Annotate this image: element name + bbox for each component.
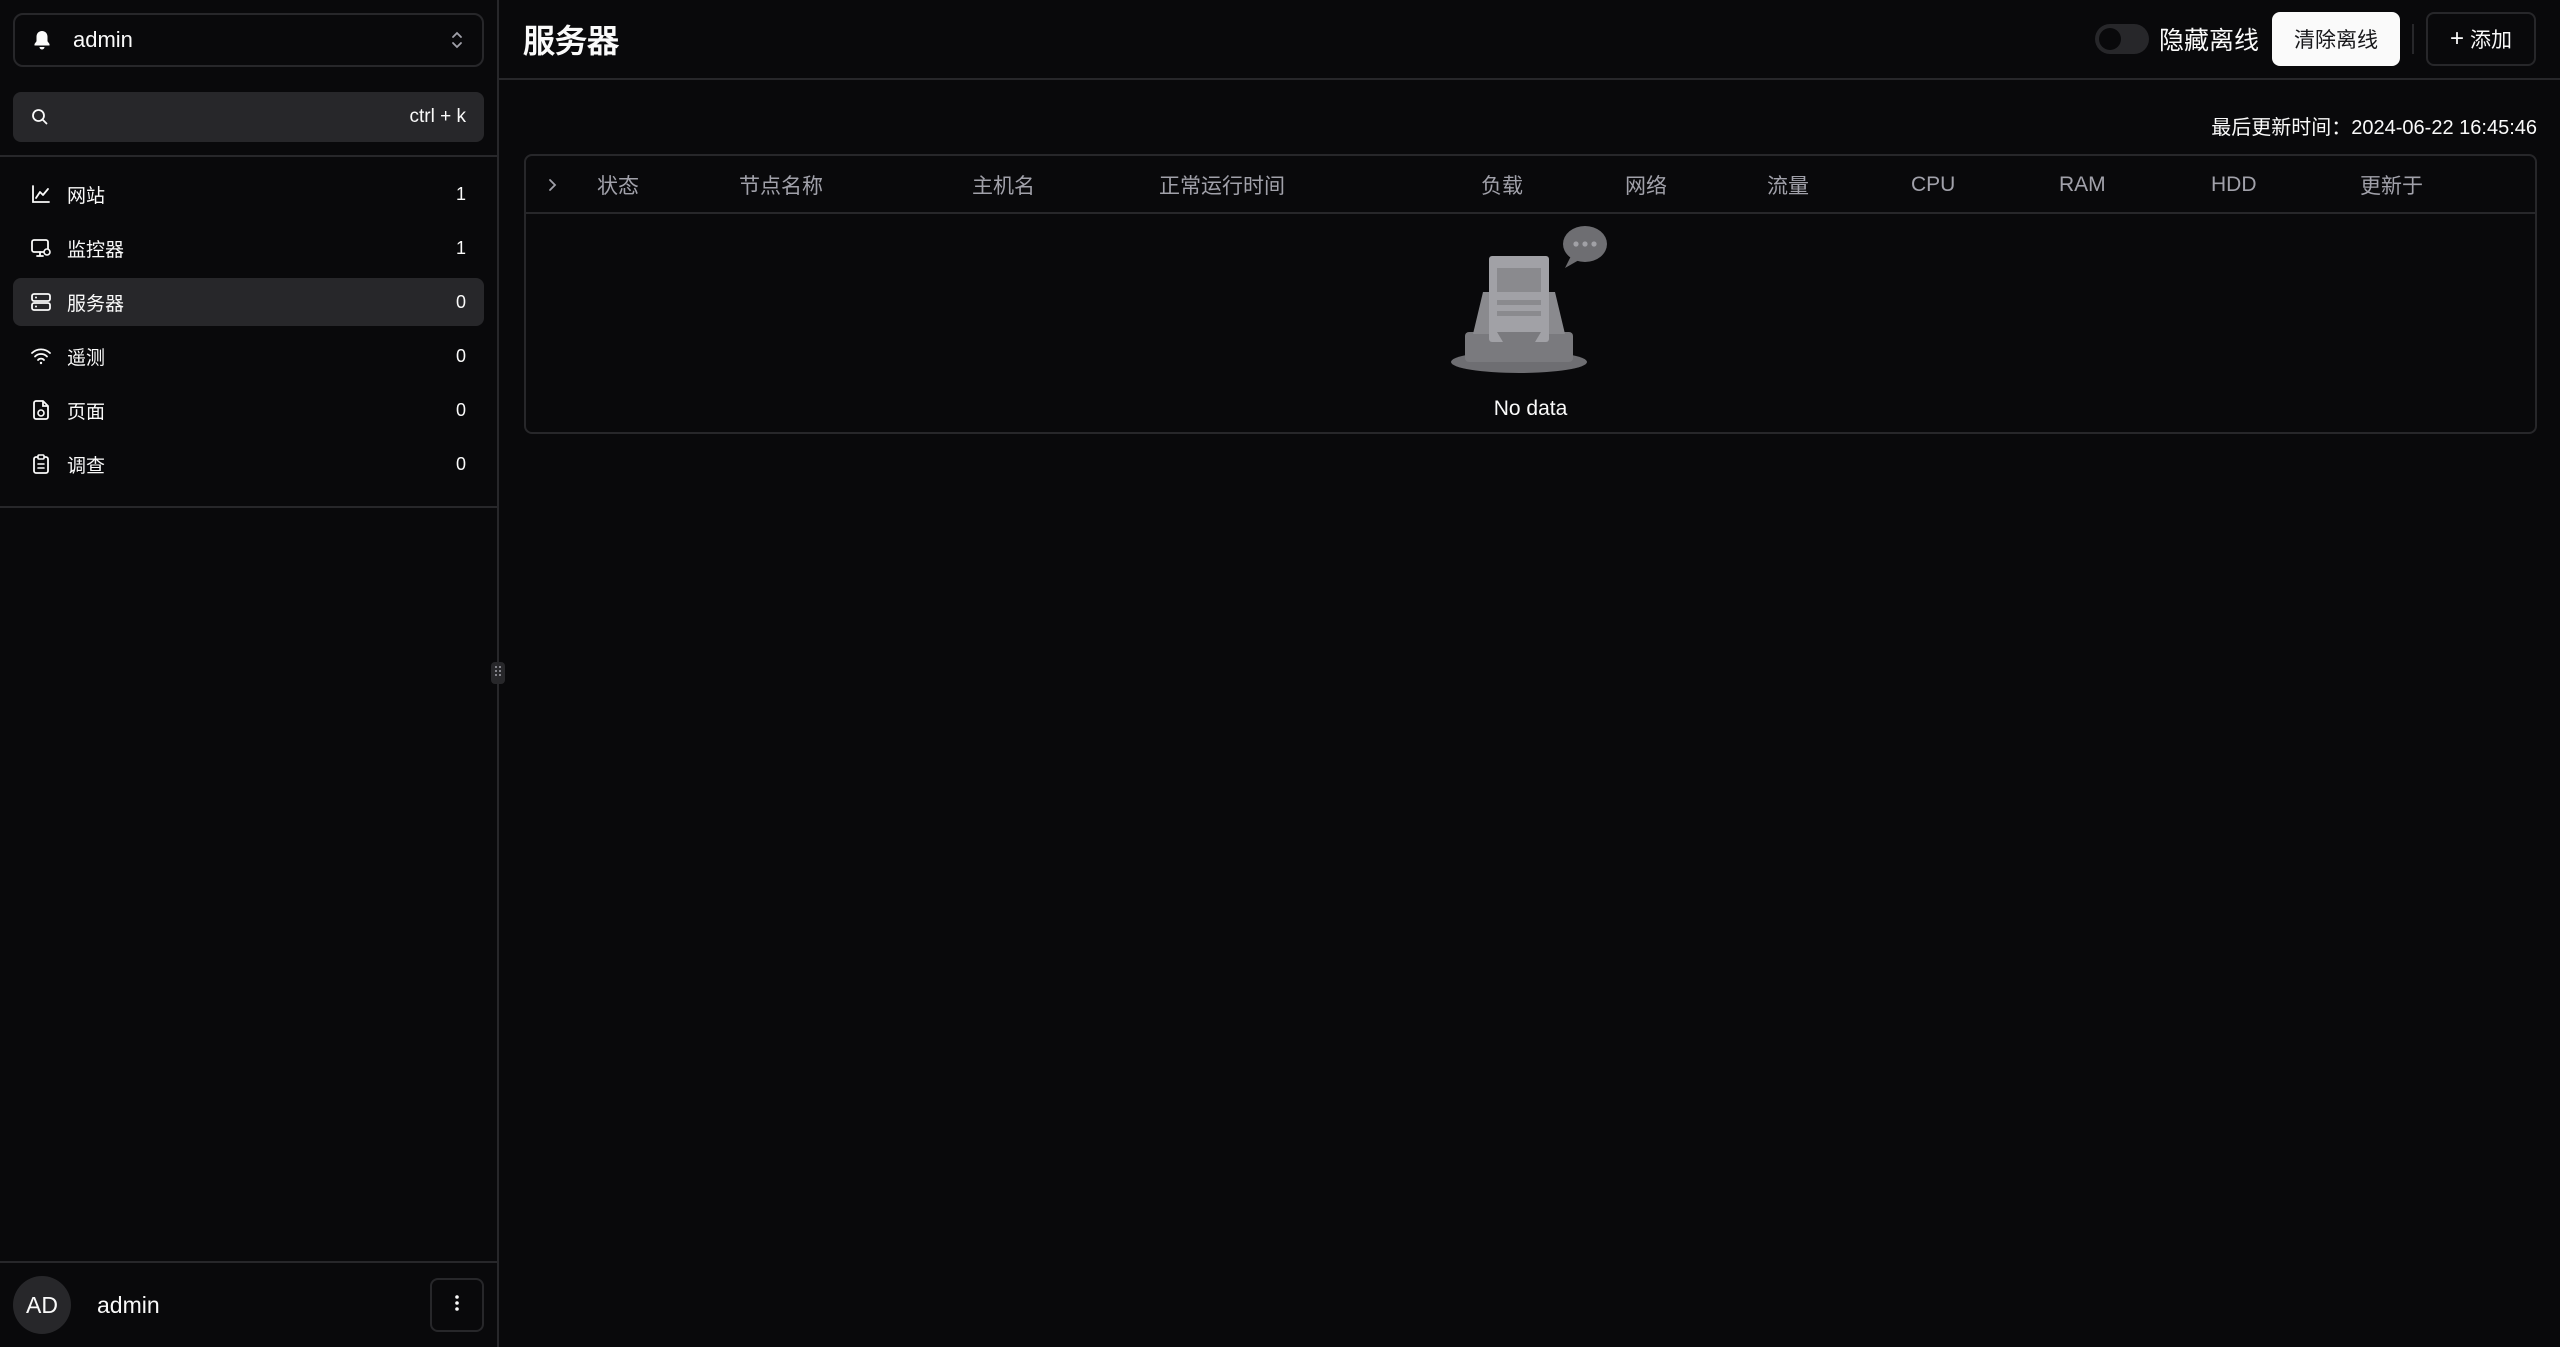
- wifi-icon: [29, 344, 53, 368]
- sidebar-item-surveys[interactable]: 调查 0: [13, 440, 484, 488]
- avatar[interactable]: AD: [13, 1276, 71, 1334]
- sidebar-item-telemetry[interactable]: 遥测 0: [13, 332, 484, 380]
- sidebar-item-count: 0: [455, 399, 466, 420]
- sidebar-item-pages[interactable]: 页面 0: [13, 386, 484, 434]
- main-panel: 服务器 隐藏离线 清除离线 + 添加 最后更新时间：2024-06-22 16:…: [499, 0, 2560, 1347]
- sidebar-nav: 网站 1 监控器 1 服务器 0 遥测 0 页面 0 调查 0: [0, 157, 497, 494]
- plus-icon: +: [2449, 25, 2464, 52]
- hide-offline-switch[interactable]: [2094, 24, 2149, 54]
- hide-offline-toggle-group: 隐藏离线: [2094, 21, 2259, 57]
- column-header-node-name[interactable]: 节点名称: [739, 156, 823, 214]
- sidebar-item-label: 遥测: [67, 347, 106, 369]
- sidebar-item-websites[interactable]: 网站 1: [13, 170, 484, 218]
- search-shortcut-hint: ctrl + k: [409, 106, 466, 127]
- column-header-status[interactable]: 状态: [597, 156, 639, 214]
- chart-icon: [29, 182, 53, 206]
- column-header-ram[interactable]: RAM: [2059, 156, 2106, 214]
- empty-state-text: No data: [1493, 397, 1568, 420]
- file-icon: [29, 398, 53, 422]
- bell-icon: [33, 30, 59, 50]
- search-input[interactable]: ctrl + k: [13, 92, 484, 142]
- sidebar-item-count: 0: [455, 345, 466, 366]
- sidebar-item-label: 页面: [67, 401, 106, 423]
- page-title: 服务器: [523, 23, 620, 59]
- chevrons-up-down-icon: [450, 30, 464, 50]
- sidebar-item-count: 0: [455, 291, 466, 312]
- sidebar-item-label: 网站: [67, 185, 106, 207]
- table-header: 状态 节点名称 主机名 正常运行时间 负载 网络 流量 CPU RAM HDD …: [526, 156, 2535, 214]
- expand-all-chevron-icon[interactable]: [546, 156, 558, 214]
- search-icon: [31, 108, 53, 126]
- column-header-hostname[interactable]: 主机名: [972, 156, 1035, 214]
- user-name: admin: [97, 1291, 160, 1318]
- monitor-icon: [29, 236, 53, 260]
- last-update-time: 最后更新时间：2024-06-22 16:45:46: [2211, 116, 2537, 139]
- column-header-traffic[interactable]: 流量: [1767, 156, 1809, 214]
- sidebar-item-servers[interactable]: 服务器 0: [13, 278, 484, 326]
- column-header-network[interactable]: 网络: [1625, 156, 1667, 214]
- switch-knob: [2098, 28, 2121, 50]
- sidebar-item-label: 监控器: [67, 239, 125, 261]
- empty-state: No data: [526, 214, 2535, 421]
- column-header-cpu[interactable]: CPU: [1911, 156, 1955, 214]
- add-button[interactable]: + 添加: [2425, 12, 2536, 66]
- toolbar-separator: [2411, 24, 2414, 54]
- topbar: 服务器 隐藏离线 清除离线 + 添加: [499, 0, 2560, 80]
- app-root: admin ctrl + k 网站 1 监控器 1 服务器 0 遥测 0 页面 …: [0, 0, 2560, 1347]
- grip-vertical-icon: [494, 664, 502, 683]
- sidebar-item-monitors[interactable]: 监控器 1: [13, 224, 484, 272]
- team-switcher[interactable]: admin: [13, 13, 484, 67]
- user-bar: AD admin: [0, 1261, 497, 1347]
- sidebar-item-count: 0: [455, 453, 466, 474]
- add-button-label: 添加: [2470, 29, 2512, 52]
- server-icon: [29, 290, 53, 314]
- sidebar-item-count: 1: [455, 237, 466, 258]
- clear-offline-button[interactable]: 清除离线: [2271, 12, 2400, 66]
- column-header-hdd[interactable]: HDD: [2211, 156, 2257, 214]
- column-header-updated-at[interactable]: 更新于: [2360, 156, 2423, 214]
- column-header-uptime[interactable]: 正常运行时间: [1159, 156, 1285, 214]
- sidebar-item-label: 调查: [67, 455, 106, 477]
- sidebar-item-label: 服务器: [67, 293, 125, 315]
- sidebar: admin ctrl + k 网站 1 监控器 1 服务器 0 遥测 0 页面 …: [0, 0, 505, 1347]
- team-name: admin: [73, 27, 133, 52]
- empty-inbox-icon: [1450, 226, 1611, 381]
- servers-table: 状态 节点名称 主机名 正常运行时间 负载 网络 流量 CPU RAM HDD …: [524, 154, 2537, 434]
- more-vertical-icon: [454, 1293, 460, 1318]
- top-actions: 隐藏离线 清除离线 + 添加: [2094, 12, 2536, 66]
- hide-offline-label: 隐藏离线: [2158, 27, 2259, 55]
- sidebar-item-count: 1: [455, 183, 466, 204]
- sidebar-resize-handle[interactable]: [491, 662, 505, 684]
- user-menu-button[interactable]: [430, 1278, 484, 1332]
- clipboard-icon: [29, 452, 53, 476]
- column-header-load[interactable]: 负载: [1481, 156, 1523, 214]
- content: 最后更新时间：2024-06-22 16:45:46 状态 节点名称 主机名 正…: [499, 80, 2560, 434]
